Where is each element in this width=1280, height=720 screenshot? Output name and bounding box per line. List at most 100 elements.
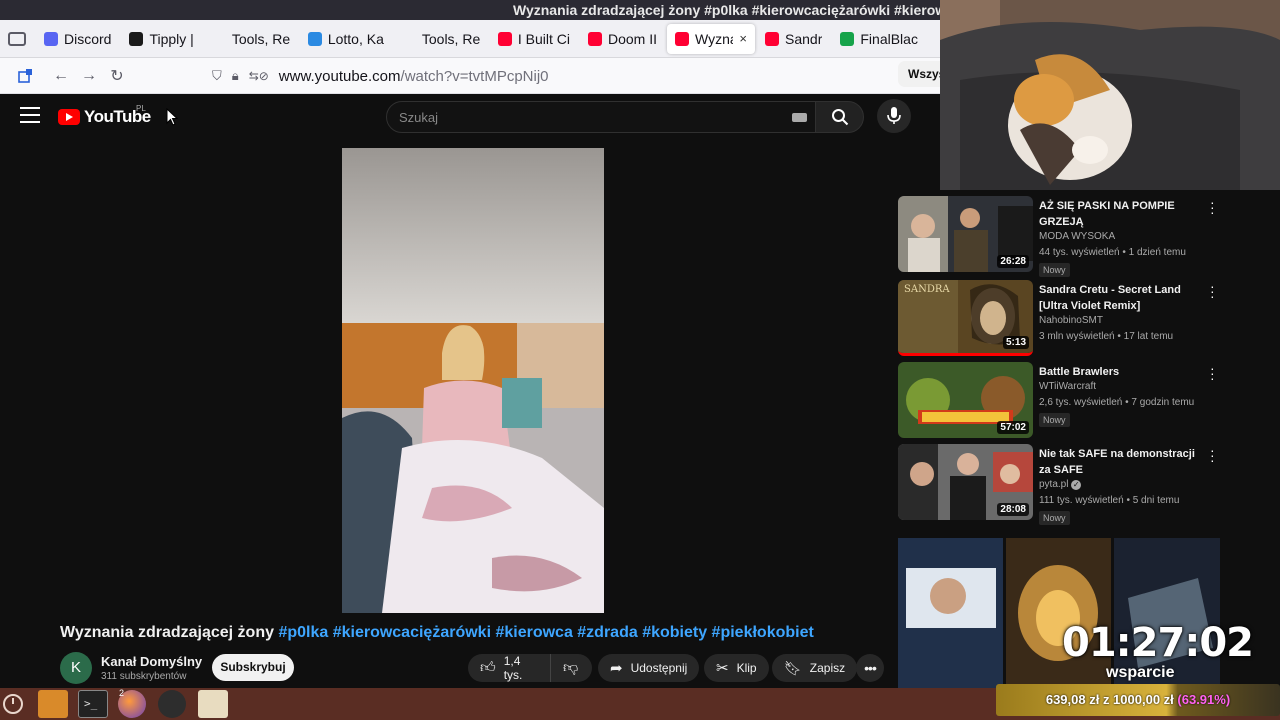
video-duration: 57:02 <box>997 421 1029 434</box>
tab-label: Tipply | <box>149 30 194 47</box>
video-duration: 5:13 <box>1002 336 1029 349</box>
video-hashtags[interactable]: #p0lka #kierowcaciężarówki #kierowca #zd… <box>278 624 813 641</box>
subscriber-count: 311 subskrybentów <box>101 671 187 682</box>
recommendation-title[interactable]: AŻ SIĘ PASKI NA POMPIE GRZEJĄ <box>1039 198 1199 230</box>
donation-goal-bar: 639,08 zł z 1000,00 zł (63.91%) <box>996 684 1280 716</box>
video-duration: 28:08 <box>997 503 1029 516</box>
donation-amount: 639,08 zł z 1000,00 zł <box>1045 692 1174 707</box>
firefox-app-icon[interactable]: 2 <box>118 688 146 718</box>
browser-tab[interactable]: Tipply | <box>121 24 201 54</box>
browser-tab[interactable]: FinalBlac <box>832 24 926 54</box>
tab-favicon-icon <box>840 31 855 46</box>
tab-list-icon[interactable] <box>8 31 26 46</box>
terminal-app-icon[interactable]: >_ <box>78 690 108 718</box>
video-thumbnail[interactable]: 28:08 <box>898 444 1033 520</box>
text-editor-app-icon[interactable] <box>198 690 228 718</box>
tab-favicon-icon <box>401 31 416 46</box>
video-thumbnail[interactable]: 26:28 <box>898 196 1033 272</box>
close-tab-icon[interactable]: × <box>739 31 747 46</box>
dislike-button[interactable]: 👎︎ <box>550 654 592 682</box>
video-thumbnail[interactable]: SANDRA 5:13 <box>898 280 1033 356</box>
channel-avatar[interactable]: K <box>60 652 92 684</box>
country-code: PL <box>136 104 146 113</box>
url-text[interactable]: www.youtube.com/watch?v=tvtMPcpNij0 <box>279 68 549 85</box>
lock-icon[interactable]: 🔒︎ <box>232 68 239 84</box>
browser-tab[interactable]: Sandr <box>757 24 830 54</box>
search-button[interactable] <box>815 101 864 133</box>
new-badge: Nowy <box>1039 413 1070 427</box>
voice-search-button[interactable] <box>877 99 911 133</box>
video-thumbnail[interactable]: 57:02 <box>898 362 1033 438</box>
tab-label: Wyzna <box>695 30 734 47</box>
tab-label: I Built Ci <box>517 30 570 47</box>
recommendation-title[interactable]: Battle Brawlers <box>1039 364 1199 380</box>
tab-favicon-icon <box>765 31 780 46</box>
browser-tab[interactable]: Tools, Reso <box>394 24 488 54</box>
back-icon[interactable]: ← <box>48 63 74 89</box>
tab-favicon-icon <box>44 31 58 46</box>
bookmark-icon: 🔖︎ <box>784 659 802 676</box>
recommendation-title[interactable]: Nie tak SAFE na demonstracji za SAFE <box>1039 446 1199 478</box>
recommendation-channel[interactable]: NahobinoSMT <box>1039 315 1103 326</box>
recommendation-meta: 2,6 tys. wyświetleń • 7 godzin temu <box>1039 397 1195 408</box>
reload-icon[interactable]: ↻ <box>104 63 130 89</box>
permissions-icon[interactable]: ⇆⊘ <box>249 69 269 83</box>
browser-tab[interactable]: Wyzna × <box>667 23 756 54</box>
video-title-text: Wyznania zdradzającej żony <box>60 624 279 641</box>
tab-label: Lotto, Ka <box>327 30 384 47</box>
thumbs-down-icon: 👎︎ <box>563 659 579 676</box>
keyboard-icon[interactable] <box>792 113 807 122</box>
more-vertical-icon[interactable]: · · · <box>1210 195 1215 219</box>
search-input[interactable]: Szukaj <box>386 101 816 133</box>
svg-text:SANDRA: SANDRA <box>904 284 950 295</box>
nav-bar: ← → ↻ ⛉ 🔒︎ ⇆⊘ www.youtube.com/watch?v=tv… <box>0 58 940 94</box>
browser-tab[interactable]: I Built Ci <box>490 24 578 54</box>
files-app-icon[interactable] <box>38 690 68 718</box>
tab-favicon-icon <box>211 31 226 46</box>
more-vertical-icon[interactable]: · · · <box>1210 279 1215 303</box>
share-label: Udostępnij <box>630 661 688 675</box>
mouse-cursor-icon <box>166 108 178 126</box>
url-bar[interactable]: ⛉ 🔒︎ ⇆⊘ www.youtube.com/watch?v=tvtMPcpN… <box>212 63 932 89</box>
browser-tab[interactable]: Doom II <box>580 24 665 54</box>
recommendation-channel[interactable]: MODA WYSOKA <box>1039 231 1115 242</box>
forward-icon[interactable]: → <box>76 63 102 89</box>
subscribe-button[interactable]: Subskrybuj <box>212 654 294 681</box>
tab-favicon-icon <box>129 31 144 46</box>
recommendation-meta: 3 mln wyświetleń • 17 lat temu <box>1039 331 1174 342</box>
video-player[interactable] <box>342 148 604 613</box>
microphone-icon <box>887 107 901 124</box>
youtube-play-icon <box>58 109 80 125</box>
recommendation-title[interactable]: Sandra Cretu - Secret Land [Ultra Violet… <box>1039 282 1199 314</box>
more-actions-button[interactable]: ••• <box>856 654 884 682</box>
recommendation-channel[interactable]: WTiiWarcraft <box>1039 381 1096 392</box>
menu-icon[interactable] <box>20 107 40 125</box>
clip-button[interactable]: ✂ Klip <box>704 654 769 682</box>
obs-app-icon[interactable] <box>158 690 186 718</box>
like-count: 1,4 tys. <box>503 654 523 682</box>
like-button[interactable]: 👍︎ 1,4 tys. <box>468 654 550 682</box>
webcam-overlay <box>940 0 1280 190</box>
browser-tab[interactable]: Lotto, Ka <box>300 24 392 54</box>
browser-tab[interactable]: Discord <box>36 24 119 54</box>
shield-icon[interactable]: ⛉ <box>212 68 222 84</box>
browser-tab[interactable]: Tools, Reso <box>204 24 298 54</box>
verified-icon: ✓ <box>1071 480 1082 490</box>
save-label: Zapisz <box>809 661 846 675</box>
tab-label: Tools, Reso <box>231 30 290 47</box>
new-tab-icon[interactable] <box>12 63 38 89</box>
channel-row: K Kanał Domyślny 311 subskrybentów Subsk… <box>60 650 890 684</box>
search-icon <box>832 109 849 126</box>
search-placeholder: Szukaj <box>399 110 439 125</box>
tab-favicon-icon <box>307 31 322 46</box>
recommendation-channel[interactable]: pyta.pl ✓ <box>1039 479 1082 490</box>
share-button[interactable]: ➦ Udostępnij <box>598 654 700 682</box>
more-vertical-icon[interactable]: · · · <box>1210 443 1215 467</box>
power-menu-icon[interactable] <box>2 690 24 718</box>
more-vertical-icon[interactable]: · · · <box>1210 361 1215 385</box>
share-icon: ➦ <box>610 660 623 677</box>
channel-name[interactable]: Kanał Domyślny <box>101 654 202 669</box>
tab-label: FinalBlac <box>860 30 918 47</box>
recommendation-meta: 111 tys. wyświetleń • 5 dni temu <box>1039 495 1180 506</box>
save-button[interactable]: 🔖︎ Zapisz <box>772 654 858 682</box>
